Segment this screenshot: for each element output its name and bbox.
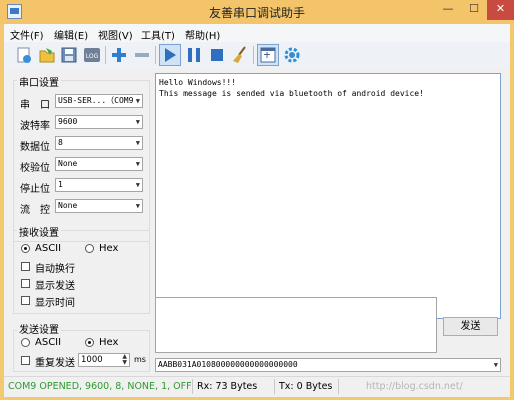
show-time-label: 显示时间 [35, 298, 75, 309]
receive-settings-title: 接收设置 [17, 224, 61, 239]
log-icon[interactable]: LOG [82, 45, 102, 65]
stop-icon[interactable] [207, 45, 227, 65]
rx-count: Rx: 73 Bytes [197, 381, 258, 392]
toolbar-separator [253, 46, 254, 64]
clear-broom-icon[interactable] [230, 45, 250, 65]
port-label: 串 口 [20, 100, 50, 111]
status-separator [274, 379, 275, 394]
chevron-down-icon: ▼ [135, 181, 140, 189]
menu-view[interactable]: 视图(V) [98, 27, 133, 42]
repeat-unit-label: ms [134, 355, 146, 364]
remove-icon[interactable] [132, 45, 152, 65]
flow-label: 流 控 [20, 205, 50, 216]
show-time-checkbox[interactable] [21, 296, 30, 305]
status-separator [338, 379, 339, 394]
menu-file[interactable]: 文件(F) [10, 27, 44, 42]
menu-edit[interactable]: 编辑(E) [54, 27, 88, 42]
chevron-down-icon: ▼ [135, 118, 140, 126]
databits-select[interactable]: 8 ▼ [55, 136, 143, 150]
toolbar: LOG [4, 42, 510, 68]
repeat-send-checkbox[interactable] [21, 356, 30, 365]
serial-settings-title: 串口设置 [17, 74, 61, 89]
send-button[interactable]: 发送 [443, 317, 498, 336]
chevron-down-icon: ▼ [493, 361, 498, 369]
play-icon[interactable] [159, 44, 181, 66]
status-bar: COM9 OPENED, 9600, 8, NONE, 1, OFF Rx: 7… [4, 376, 510, 397]
menu-help[interactable]: 帮助(H) [185, 27, 220, 42]
app-window: 友善串口调试助手 — ☐ ✕ 文件(F) 编辑(E) 视图(V) 工具(T) 帮… [0, 0, 514, 400]
connection-status: COM9 OPENED, 9600, 8, NONE, 1, OFF [8, 381, 192, 392]
send-hex-radio[interactable] [85, 338, 94, 347]
window-icon[interactable] [257, 44, 279, 66]
toolbar-separator [105, 46, 106, 64]
baud-value: 9600 [58, 117, 78, 126]
port-select[interactable]: USB-SER...（COM9 ▼ [55, 94, 143, 108]
receive-ascii-radio[interactable] [21, 244, 30, 253]
client-area: 文件(F) 编辑(E) 视图(V) 工具(T) 帮助(H) LOG 串口设置 串… [4, 24, 510, 397]
chevron-down-icon: ▼ [135, 160, 140, 168]
receive-ascii-label: ASCII [35, 243, 62, 254]
repeat-send-label: 重复发送 [35, 358, 75, 369]
stopbits-label: 停止位 [20, 184, 50, 195]
status-separator [192, 379, 193, 394]
flow-select[interactable]: None ▼ [55, 199, 143, 213]
menu-tools[interactable]: 工具(T) [141, 27, 175, 42]
settings-gear-icon[interactable] [282, 45, 302, 65]
send-ascii-radio[interactable] [21, 338, 30, 347]
watermark-text: http://blog.csdn.net/ [366, 381, 463, 392]
parity-value: None [58, 159, 78, 168]
send-ascii-label: ASCII [35, 337, 62, 348]
baud-label: 波特率 [20, 121, 50, 132]
chevron-down-icon: ▼ [135, 139, 140, 147]
save-icon[interactable] [59, 45, 79, 65]
auto-wrap-checkbox[interactable] [21, 262, 30, 271]
receive-text-area[interactable]: Hello Windows!!! This message is sended … [155, 73, 501, 319]
databits-value: 8 [58, 138, 63, 147]
stopbits-select[interactable]: 1 ▼ [55, 178, 143, 192]
receive-hex-label: Hex [99, 243, 119, 254]
tx-count: Tx: 0 Bytes [279, 381, 333, 392]
repeat-interval-input[interactable]: 1000 ▲ ▼ [78, 353, 130, 367]
close-button[interactable]: ✕ [487, 0, 514, 20]
parity-label: 校验位 [20, 163, 50, 174]
port-value: USB-SER...（COM9 [58, 96, 134, 105]
spin-arrows-icon[interactable]: ▲ ▼ [122, 354, 127, 366]
send-history-select[interactable]: AABB031A010800000000000000000 ▼ [155, 358, 501, 372]
show-send-checkbox[interactable] [21, 279, 30, 288]
databits-label: 数据位 [20, 142, 50, 153]
open-folder-icon[interactable] [37, 45, 57, 65]
parity-select[interactable]: None ▼ [55, 157, 143, 171]
repeat-interval-value: 1000 [81, 355, 103, 365]
pause-icon[interactable] [184, 45, 204, 65]
baud-select[interactable]: 9600 ▼ [55, 115, 143, 129]
receive-hex-radio[interactable] [85, 244, 94, 253]
send-history-value: AABB031A010800000000000000000 [158, 360, 298, 369]
menu-bar: 文件(F) 编辑(E) 视图(V) 工具(T) 帮助(H) [4, 24, 510, 42]
show-send-label: 显示发送 [35, 281, 75, 292]
chevron-down-icon: ▼ [135, 202, 140, 210]
add-icon[interactable] [109, 45, 129, 65]
send-text-area[interactable] [155, 297, 437, 353]
new-icon[interactable] [14, 45, 34, 65]
minimize-button[interactable]: — [435, 0, 461, 20]
auto-wrap-label: 自动换行 [35, 264, 75, 275]
maximize-button[interactable]: ☐ [461, 0, 487, 20]
send-hex-label: Hex [99, 337, 119, 348]
toolbar-separator [155, 46, 156, 64]
stopbits-value: 1 [58, 180, 63, 189]
flow-value: None [58, 201, 78, 210]
chevron-down-icon: ▼ [135, 97, 140, 105]
title-bar[interactable]: 友善串口调试助手 — ☐ ✕ [0, 0, 514, 24]
receive-settings-group [13, 230, 150, 314]
log-icon-text: LOG [86, 53, 99, 60]
send-settings-title: 发送设置 [17, 321, 61, 336]
